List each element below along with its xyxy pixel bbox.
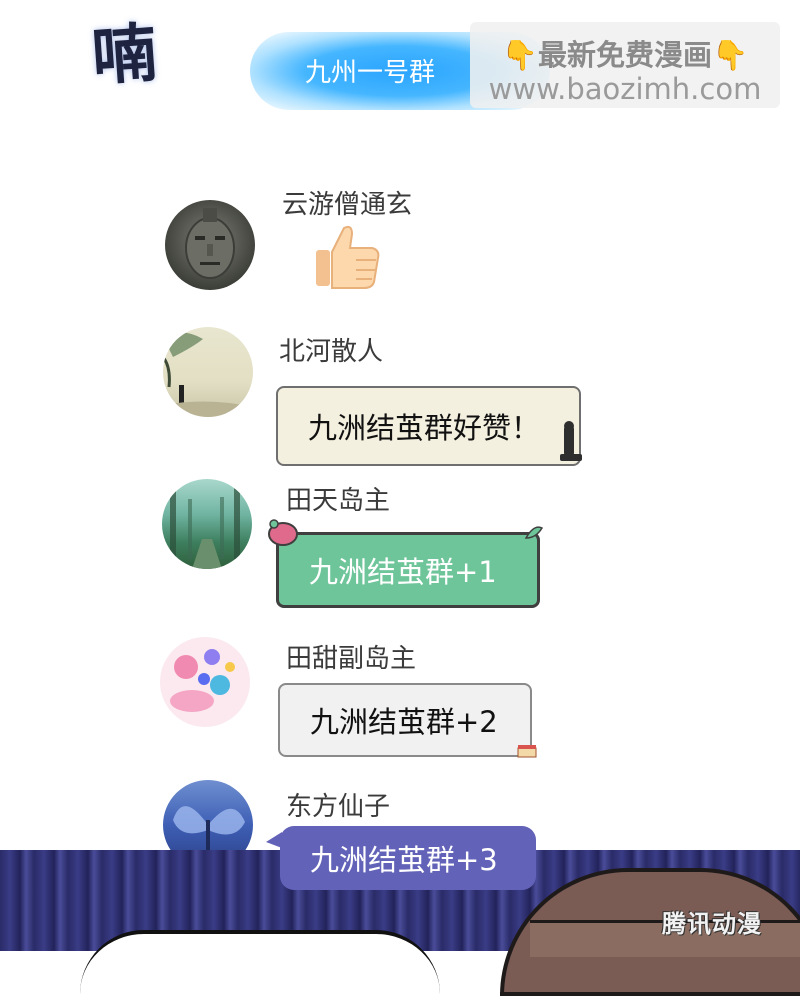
avatar-landscape[interactable] xyxy=(163,327,253,417)
sender-name: 田甜副岛主 xyxy=(286,644,417,674)
avatar-candy[interactable] xyxy=(160,637,250,727)
publisher-logo: 腾讯动漫 xyxy=(662,910,762,938)
thumbs-up-emoji xyxy=(312,220,384,296)
chat-bubble-text: 九洲结茧群好赞！ xyxy=(276,386,581,466)
sound-effect-glyph: 喃 xyxy=(89,16,153,95)
avatar-stone-face[interactable] xyxy=(165,200,255,290)
candy-art-icon xyxy=(170,649,235,712)
cake-decoration-icon xyxy=(516,740,538,762)
speech-cloud-shape xyxy=(80,930,440,994)
pointing-down-hand-icon: 👇 xyxy=(712,38,749,72)
avatar-forest[interactable] xyxy=(162,479,252,569)
sender-name: 田天岛主 xyxy=(286,486,391,516)
watermark-url[interactable]: www.baozimh.com xyxy=(470,72,780,106)
leaf-decoration-icon xyxy=(524,524,544,544)
stone-face-icon xyxy=(185,208,235,279)
landscape-icon xyxy=(163,332,253,417)
forest-icon xyxy=(170,485,240,569)
watermark-text: 最新免费漫画 xyxy=(537,38,712,72)
watermark-box: 👇最新免费漫画👇 www.baozimh.com xyxy=(470,22,780,108)
chat-bubble-text: 九洲结茧群+1 xyxy=(276,532,540,608)
sender-name: 东方仙子 xyxy=(286,792,391,822)
watermark-line1: 👇最新免费漫画👇 xyxy=(470,32,780,74)
chat-bubble-text: 九洲结茧群+2 xyxy=(278,683,532,757)
candy-decoration-icon xyxy=(266,518,300,552)
chess-piece-icon xyxy=(558,420,586,468)
group-title: 九州一号群 xyxy=(304,58,435,88)
sender-name: 云游僧通玄 xyxy=(282,190,413,220)
pointing-down-hand-icon: 👇 xyxy=(501,38,538,72)
chat-bubble-text: 九洲结茧群+3 xyxy=(280,826,536,890)
sender-name: 北河散人 xyxy=(279,337,384,367)
